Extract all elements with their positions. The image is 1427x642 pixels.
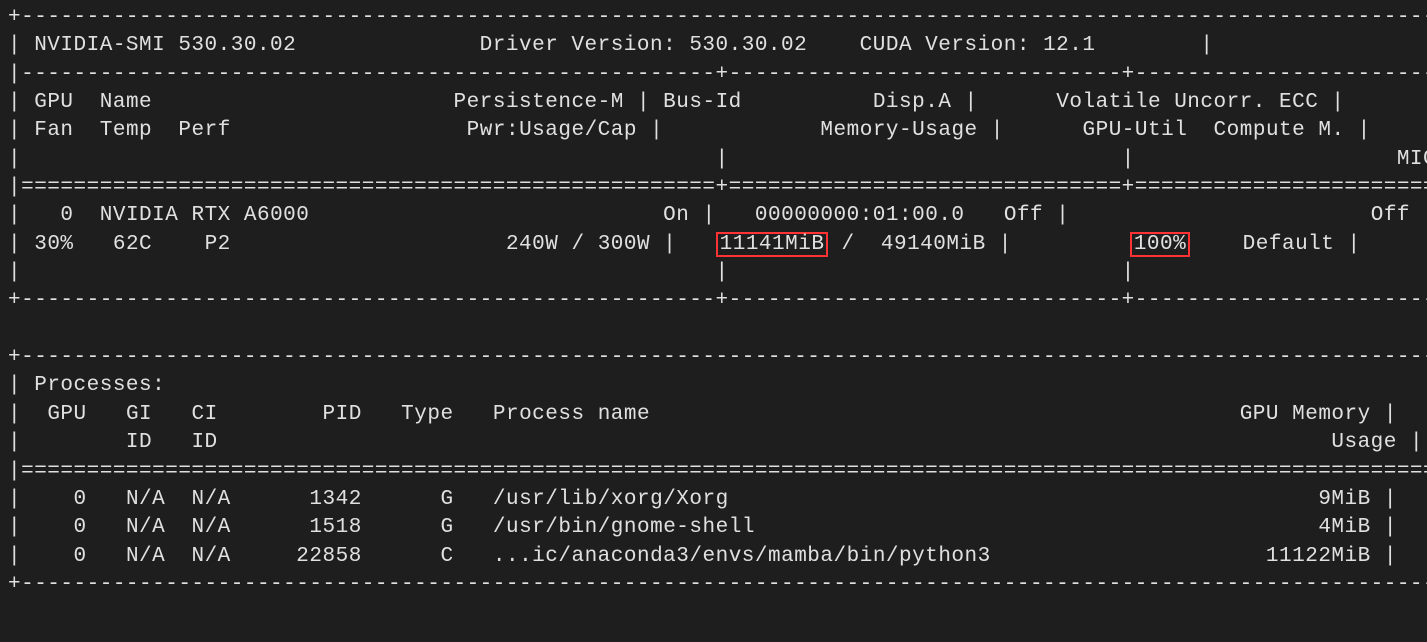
header-mig-m: MIG M. — [1397, 148, 1427, 171]
gpu-0-ecc: Off — [1371, 204, 1410, 227]
header-gpu: GPU — [34, 91, 73, 114]
gpu-0-util: 100% — [1134, 233, 1186, 256]
header-volatile-ecc: Volatile Uncorr. ECC — [1056, 91, 1318, 114]
cuda-version: 12.1 — [1043, 34, 1095, 57]
nvidia-smi-version: 530.30.02 — [178, 34, 296, 57]
header-name: Name — [100, 91, 152, 114]
gpu-0-fan: 30% — [34, 233, 73, 256]
proc-0-gi: N/A — [126, 488, 165, 511]
driver-version: 530.30.02 — [689, 34, 807, 57]
header-perf: Perf — [178, 119, 230, 142]
proc-2-type: C — [440, 545, 453, 568]
proc-0-ci: N/A — [191, 488, 230, 511]
gpu-0-temp: 62C — [113, 233, 152, 256]
gpu-0-persistence: On — [663, 204, 689, 227]
gpu-0-disp-active: Off — [1004, 204, 1043, 227]
proc-2-gi: N/A — [126, 545, 165, 568]
proc-1-gi: N/A — [126, 516, 165, 539]
header-fan: Fan — [34, 119, 73, 142]
header-memory-usage: Memory-Usage — [820, 119, 977, 142]
proc-header-id-1: ID — [126, 431, 152, 454]
proc-header-id-2: ID — [191, 431, 217, 454]
gpu-0-compute-mode: Default — [1243, 233, 1335, 256]
proc-2-ci: N/A — [191, 545, 230, 568]
gpu-0-pwr-cap: 300W — [598, 233, 650, 256]
proc-2-pid: 22858 — [296, 545, 362, 568]
proc-1-ci: N/A — [191, 516, 230, 539]
proc-header-gpu-memory: GPU Memory — [1240, 403, 1371, 426]
gpu-0-index: 0 — [60, 204, 73, 227]
gpu-0-mem-total: 49140MiB — [881, 233, 986, 256]
gpu-0-perf: P2 — [205, 233, 231, 256]
proc-header-gi: GI — [126, 403, 152, 426]
proc-header-gpu: GPU — [47, 403, 86, 426]
header-persistence-m: Persistence-M — [454, 91, 624, 114]
gpu-0-mem-used: 11141MiB — [720, 233, 825, 256]
proc-header-name: Process name — [493, 403, 650, 426]
nvidia-smi-output: +---------------------------------------… — [0, 0, 1427, 603]
proc-header-type: Type — [401, 403, 453, 426]
proc-1-gpu: 0 — [74, 516, 87, 539]
proc-0-mem: 9MiB — [1318, 488, 1370, 511]
gpu-0-mem-used-highlight: 11141MiB — [716, 232, 829, 257]
proc-header-pid: PID — [323, 403, 362, 426]
proc-0-type: G — [440, 488, 453, 511]
proc-2-gpu: 0 — [74, 545, 87, 568]
header-gpu-util: GPU-Util — [1082, 119, 1187, 142]
proc-header-usage: Usage — [1331, 431, 1397, 454]
proc-0-gpu: 0 — [74, 488, 87, 511]
gpu-0-name: NVIDIA RTX A6000 — [100, 204, 310, 227]
proc-1-type: G — [440, 516, 453, 539]
proc-0-name: /usr/lib/xorg/Xorg — [493, 488, 729, 511]
header-compute-m: Compute M. — [1214, 119, 1345, 142]
processes-title: Processes: — [34, 374, 165, 397]
header-temp: Temp — [100, 119, 152, 142]
proc-1-name: /usr/bin/gnome-shell — [493, 516, 755, 539]
gpu-0-util-highlight: 100% — [1130, 232, 1190, 257]
header-pwr: Pwr:Usage/Cap — [467, 119, 637, 142]
proc-2-mem: 11122MiB — [1266, 545, 1371, 568]
proc-0-pid: 1342 — [309, 488, 361, 511]
proc-2-name: ...ic/anaconda3/envs/mamba/bin/python3 — [493, 545, 991, 568]
border-top: ----------------------------------------… — [34, 6, 1427, 29]
proc-header-ci: CI — [191, 403, 217, 426]
gpu-0-pwr-usage: 240W — [506, 233, 558, 256]
header-bus-id: Bus-Id — [663, 91, 742, 114]
proc-1-pid: 1518 — [309, 516, 361, 539]
header-disp-a: Disp.A — [873, 91, 952, 114]
gpu-0-bus-id: 00000000:01:00.0 — [755, 204, 965, 227]
proc-1-mem: 4MiB — [1318, 516, 1370, 539]
